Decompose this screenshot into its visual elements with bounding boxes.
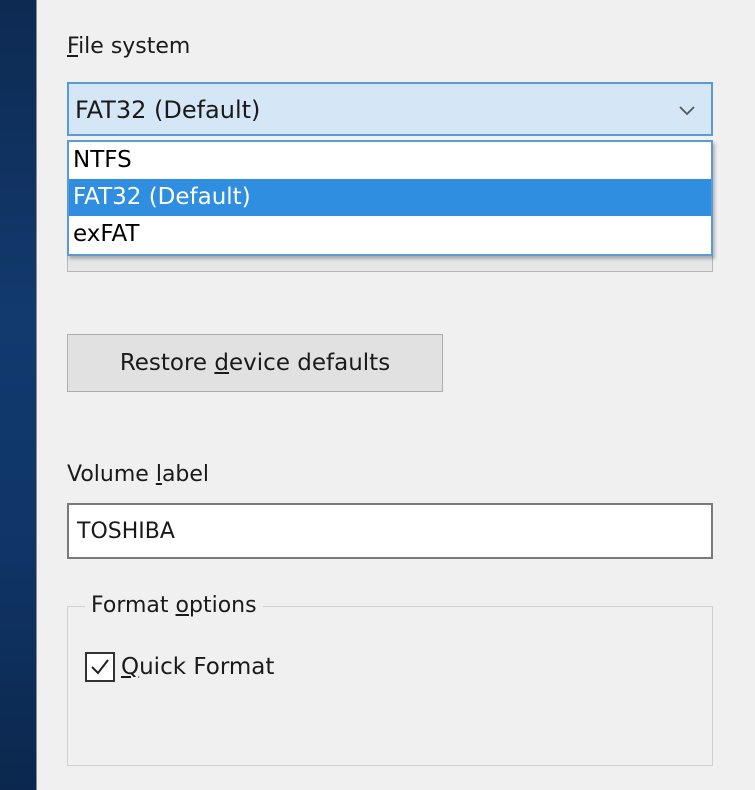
volume-label-part: Volume xyxy=(67,462,156,487)
restore-label-rest: evice defaults xyxy=(229,350,391,376)
file-system-selected-value: FAT32 (Default) xyxy=(75,96,261,124)
restore-label-part: Restore xyxy=(119,350,215,376)
checkmark-icon xyxy=(91,659,109,675)
file-system-label-text: ile system xyxy=(78,34,191,59)
legend-rest: ptions xyxy=(189,593,257,618)
quick-format-checkbox[interactable] xyxy=(85,652,115,682)
chevron-down-icon[interactable] xyxy=(677,100,697,120)
access-key-o: o xyxy=(175,593,189,618)
quick-format-label[interactable]: Quick Format xyxy=(121,654,274,680)
volume-label-rest: abel xyxy=(161,462,210,487)
volume-label-label: Volume label xyxy=(67,462,209,487)
access-key-d: d xyxy=(214,350,230,376)
option-ntfs[interactable]: NTFS xyxy=(69,142,711,179)
access-key-q: Q xyxy=(121,654,140,680)
format-options-group xyxy=(67,606,713,766)
format-dialog: File system FAT32 (Default) NTFS FAT32 (… xyxy=(36,0,755,790)
legend-part: Format xyxy=(91,593,176,618)
file-system-select[interactable]: FAT32 (Default) xyxy=(67,82,713,136)
format-options-legend: Format options xyxy=(85,593,263,618)
access-key-f: F xyxy=(67,34,79,59)
volume-label-input[interactable] xyxy=(67,503,713,559)
quick-format-label-text: uick Format xyxy=(139,654,275,680)
quick-format-option[interactable]: Quick Format xyxy=(85,652,274,682)
file-system-dropdown-list: NTFS FAT32 (Default) exFAT xyxy=(67,140,713,256)
restore-device-defaults-button[interactable]: Restore device defaults xyxy=(67,334,443,392)
option-exfat[interactable]: exFAT xyxy=(69,216,711,253)
option-fat32[interactable]: FAT32 (Default) xyxy=(69,179,711,216)
file-system-label: File system xyxy=(67,34,190,59)
